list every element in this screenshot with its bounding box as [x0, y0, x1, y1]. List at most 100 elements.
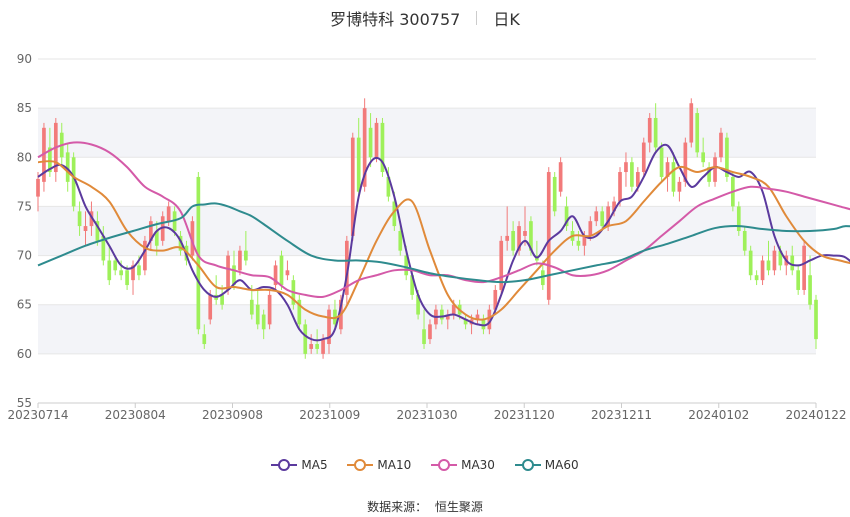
x-tick-label: 20230714: [7, 408, 68, 422]
candle-body: [523, 231, 527, 236]
y-tick-label: 90: [17, 52, 32, 66]
candle-body: [576, 240, 581, 246]
x-tick-label: 20231030: [396, 408, 457, 422]
candle-body: [505, 235, 510, 241]
candle-body: [647, 117, 652, 143]
candle-body: [814, 299, 818, 340]
y-tick-label: 75: [17, 199, 32, 213]
candle-body: [808, 275, 812, 305]
candle-body: [422, 329, 426, 345]
candle-body: [630, 162, 634, 187]
y-tick-label: 65: [17, 298, 32, 312]
legend-item-ma10[interactable]: MA10: [347, 458, 411, 472]
legend: MA5 MA10 MA30 MA60: [0, 458, 850, 474]
candle-body: [374, 122, 379, 158]
candle-body: [261, 314, 266, 330]
candle-body: [321, 339, 325, 354]
candle-body: [766, 260, 771, 271]
legend-swatch-ma10: [347, 459, 374, 471]
candle-body: [244, 250, 248, 261]
candle-body: [641, 142, 646, 173]
candle-body: [267, 294, 272, 325]
source-label: 数据来源：: [367, 500, 428, 514]
candle-body: [736, 206, 741, 231]
candle-body: [802, 245, 806, 290]
candle-body: [624, 162, 628, 173]
legend-item-ma5[interactable]: MA5: [271, 458, 328, 472]
candle-body: [546, 172, 551, 300]
candle-body: [511, 231, 515, 251]
candle-body: [143, 240, 147, 271]
candle-body: [760, 260, 765, 281]
candle-body: [113, 260, 118, 271]
candle-body: [742, 231, 747, 251]
candle-body: [309, 344, 314, 349]
candle-body: [748, 250, 753, 276]
y-tick-label: 85: [17, 101, 32, 115]
candle-body: [107, 260, 112, 281]
legend-item-ma30[interactable]: MA30: [431, 458, 495, 472]
candle-body: [618, 172, 622, 202]
y-tick-label: 80: [17, 150, 32, 164]
candle-body: [303, 324, 308, 354]
candle-body: [255, 304, 260, 325]
candle-body: [689, 103, 694, 143]
candle-body: [77, 211, 82, 227]
candle-body: [659, 147, 664, 177]
candle-body: [220, 294, 224, 305]
candle-body: [238, 250, 242, 271]
candle-body: [428, 324, 432, 340]
x-tick-label: 20231211: [591, 408, 652, 422]
candle-body: [119, 270, 123, 276]
legend-item-ma60[interactable]: MA60: [514, 458, 579, 472]
legend-label-ma30: MA30: [461, 458, 495, 472]
y-tick-label: 60: [17, 347, 32, 361]
data-source: 数据来源： 恒生聚源: [0, 498, 850, 515]
candle-body: [653, 117, 658, 148]
y-tick-label: 70: [17, 249, 32, 263]
candlestick-chart: 556065707580859020230714 20230804 20230908…: [7, 52, 850, 422]
candle-body: [249, 299, 254, 315]
x-tick-label: 20231120: [494, 408, 555, 422]
candle-body: [796, 270, 801, 290]
candle-body: [772, 250, 777, 271]
candle-body: [208, 294, 213, 320]
x-tick-label: 20240102: [688, 408, 749, 422]
candle-body: [285, 270, 290, 276]
candle-body: [226, 255, 230, 290]
grid-band: [38, 206, 816, 256]
candle-body: [125, 270, 129, 286]
legend-label-ma10: MA10: [377, 458, 412, 472]
candle-body: [695, 113, 700, 153]
source-value: 恒生聚源: [434, 500, 483, 514]
candle-body: [588, 221, 593, 236]
candle-body: [701, 152, 706, 163]
candle-body: [719, 132, 723, 158]
candle-body: [600, 211, 605, 227]
candle-body: [202, 334, 207, 345]
legend-swatch-ma60: [514, 459, 541, 471]
legend-swatch-ma5: [271, 459, 298, 471]
candle-body: [552, 176, 557, 212]
x-tick-label: 20230908: [202, 408, 263, 422]
candle-body: [368, 127, 373, 158]
candle-body: [315, 344, 319, 349]
candle-body: [279, 255, 284, 286]
grid-band: [38, 108, 816, 158]
candle-body: [36, 178, 40, 197]
x-tick-label: 20230804: [105, 408, 166, 422]
candle-body: [671, 162, 676, 192]
candle-body: [137, 265, 141, 276]
candle-body: [713, 157, 717, 182]
candle-body: [790, 255, 795, 271]
candle-body: [677, 181, 682, 192]
candle-body: [440, 309, 444, 320]
x-tick-label: 20240122: [785, 408, 846, 422]
candle-body: [356, 137, 361, 192]
candle-body: [594, 211, 599, 222]
legend-label-ma5: MA5: [301, 458, 328, 472]
candle-body: [166, 206, 171, 222]
x-tick-label: 20231009: [299, 408, 360, 422]
candle-body: [83, 226, 88, 231]
legend-label-ma60: MA60: [544, 458, 579, 472]
